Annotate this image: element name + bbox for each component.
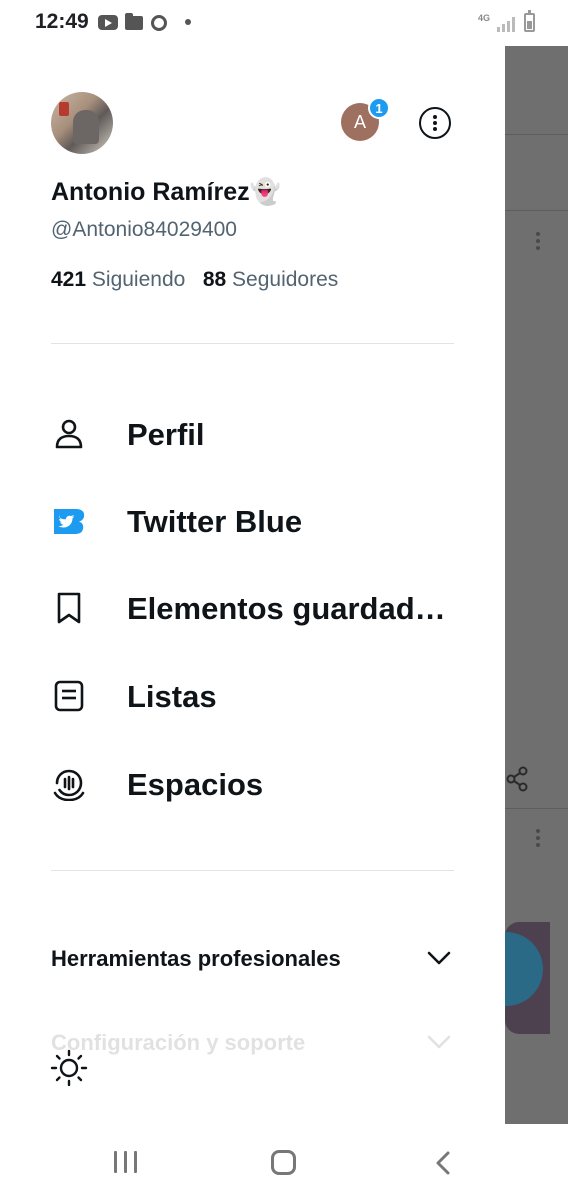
menu-item-lists[interactable]: Listas [0,661,505,731]
following-label: Siguiendo [91,268,186,291]
network-type: 4G [478,13,491,23]
profile-emoji: 👻 [249,178,281,206]
menu-item-bookmarks[interactable]: Elementos guardad… [0,573,505,643]
person-icon [55,419,83,449]
profile-avatar[interactable] [51,92,113,154]
menu-item-twitter-blue[interactable]: Twitter Blue [0,486,505,556]
menu-item-profile[interactable]: Perfil [0,399,505,469]
section-label: Configuración y soporte [51,1030,306,1055]
status-bar: 12:49 4G [0,0,568,46]
back-button[interactable] [433,1150,453,1176]
menu-label: Listas [127,679,217,714]
account-notification-badge: 1 [368,97,390,119]
bookmark-icon [57,592,81,624]
chevron-down-icon [427,951,451,965]
navigation-drawer: A 1 Antonio Ramírez👻 @Antonio84029400 42… [0,46,505,1124]
divider [505,808,568,809]
menu-label: Twitter Blue [127,504,303,539]
profile-handle: @Antonio84029400 [51,218,237,241]
divider [51,343,454,344]
profile-name: Antonio Ramírez [51,178,250,206]
more-options-button[interactable] [419,107,451,139]
menu-item-spaces[interactable]: Espacios [0,749,505,819]
status-time: 12:49 [35,10,89,33]
chevron-down-icon [427,1035,451,1049]
twitter-blue-icon [54,509,85,534]
section-label: Herramientas profesionales [51,946,341,971]
signal-icon [497,17,515,32]
followers-count: 88 [202,268,227,291]
tweet-more-icon [536,232,540,253]
following-link[interactable]: 421 Siguiendo [51,268,185,291]
menu-label: Espacios [127,767,264,802]
youtube-notification-icon [98,15,118,30]
list-icon [54,680,84,712]
followers-link[interactable]: 88 Seguidores [203,268,338,291]
follow-stats: 421 Siguiendo 88 Seguidores [51,268,338,292]
menu-label: Elementos guardad… [127,591,446,626]
home-button[interactable] [271,1150,296,1175]
compose-fab-partial [497,922,550,1034]
system-navigation-bar [0,1124,568,1200]
section-professional-tools[interactable]: Herramientas profesionales [0,934,505,984]
display-theme-icon[interactable] [50,1048,88,1086]
recent-apps-button[interactable] [114,1151,138,1173]
divider [505,134,568,135]
followers-label: Seguidores [232,268,339,291]
background-timeline-overlay[interactable] [497,46,568,1124]
divider [51,870,454,871]
more-notifications-dot-icon [185,19,191,25]
battery-icon [524,10,535,32]
following-count: 421 [51,268,87,291]
tweet-more-icon [536,829,540,850]
menu-label: Perfil [127,417,205,452]
divider [505,210,568,211]
share-icon [506,766,528,792]
message-notification-icon [151,15,167,31]
folder-notification-icon [125,13,143,30]
profile-name-row[interactable]: Antonio Ramírez👻 [51,178,281,207]
spaces-icon [53,769,85,801]
